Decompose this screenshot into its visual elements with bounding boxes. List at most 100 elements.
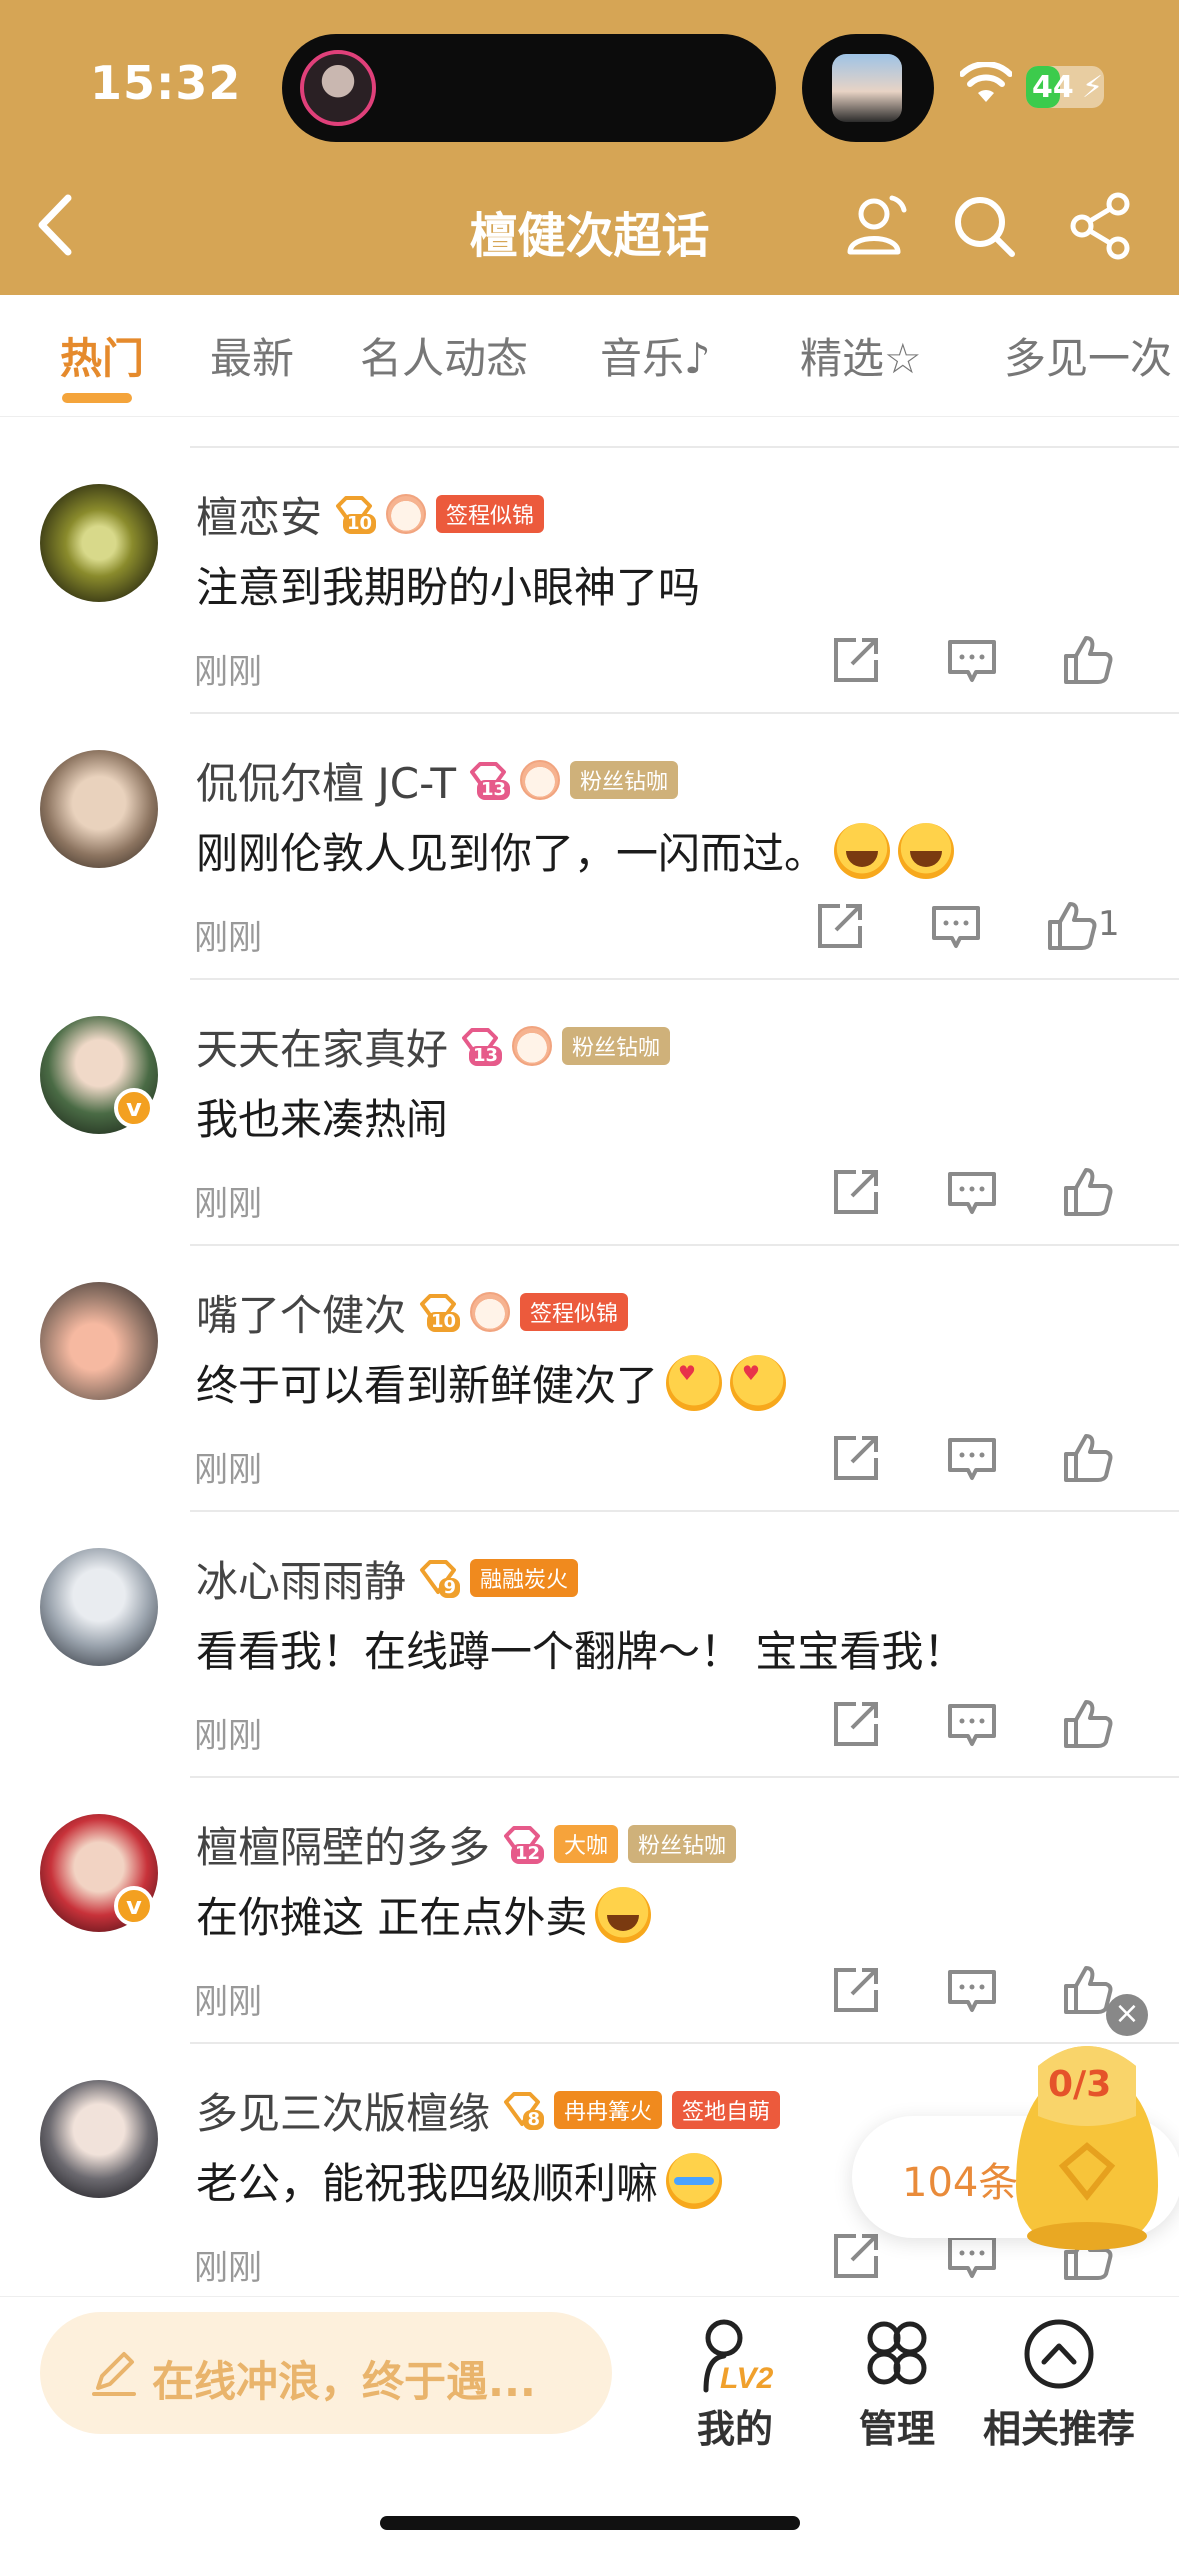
comment-text: 刚刚伦敦人见到你了，一闪而过。 [196,820,955,881]
username[interactable]: 冰心雨雨静 [196,1548,406,1609]
fan-badge: 大咖 [554,1825,619,1863]
tab-music[interactable]: 音乐♪ [600,325,711,386]
name-row: 檀恋安 10 签程似锦 [196,484,545,545]
like-icon[interactable] [1062,1432,1114,1484]
comment-text: 我也来凑热闹 [196,1086,448,1147]
avatar[interactable] [40,750,158,868]
username[interactable]: 檀檀隔壁的多多 [196,1814,490,1875]
level-number: 9 [439,1578,461,1598]
like-icon[interactable] [1046,900,1098,952]
username[interactable]: 多见三次版檀缘 [196,2080,490,2141]
repost-icon[interactable] [830,1432,882,1484]
name-row: 多见三次版檀缘 8 冉冉篝火 签地自萌 [196,2080,781,2141]
repost-icon[interactable] [830,1964,882,2016]
level-diamond-icon: 13 [466,760,511,800]
comment-text: 注意到我期盼的小眼神了吗 [196,554,700,615]
name-row: 檀檀隔壁的多多 12 大咖 粉丝钻咖 [196,1814,737,1875]
fan-badge: 签程似锦 [436,495,545,533]
username[interactable]: 侃侃尔檀 JC-T [196,750,456,811]
avatar[interactable] [40,1548,158,1666]
timestamp: 刚刚 [194,1450,262,1490]
comment-icon[interactable] [946,1964,998,2016]
nav-recommendations-label: 相关推荐 [982,2407,1135,2451]
repost-icon[interactable] [830,1698,882,1750]
comment-body: 在你摊这 正在点外卖 [196,1893,588,1942]
repost-icon[interactable] [830,634,882,686]
repost-icon[interactable] [814,900,866,952]
repost-icon[interactable] [830,2230,882,2282]
fan-badge: 冉冉篝火 [554,2091,663,2129]
like-icon[interactable] [1062,1166,1114,1218]
like-count: 1 [1098,904,1120,944]
money-bag-icon[interactable] [1008,2026,1166,2266]
cry-emoji-icon [666,2152,723,2209]
comment-icon[interactable] [946,1166,998,1218]
name-row: 嘴了个健次 10 签程似锦 [196,1282,629,1343]
comment-icon[interactable] [946,1698,998,1750]
mascot-icon [520,760,561,800]
compose-input[interactable]: 在线冲浪，终于遇... [40,2312,612,2434]
comment-text: 老公，能祝我四级顺利嘛 [196,2150,723,2211]
username[interactable]: 嘴了个健次 [196,1282,406,1343]
dynamic-island [282,34,776,142]
comment-text: 在你摊这 正在点外卖 [196,1884,652,1945]
manage-grid-icon [867,2321,927,2385]
tab-latest[interactable]: 最新 [210,325,294,386]
dynamic-island-secondary [802,34,934,142]
name-row: 天天在家真好 13 粉丝钻咖 [196,1016,671,1077]
heart-emoji-icon [730,1354,787,1411]
avatar[interactable] [40,2080,158,2198]
share-icon[interactable] [1066,190,1138,262]
reward-progress: 0/3 [1048,2064,1112,2105]
island-avatar [300,50,376,126]
comment-text: 看看我！在线蹲一个翻牌～！ 宝宝看我！ [196,1618,965,1679]
verified-badge-icon: v [114,1886,154,1926]
username[interactable]: 檀恋安 [196,484,322,545]
like-icon[interactable] [1062,1698,1114,1750]
search-icon[interactable] [948,190,1020,262]
music-note-icon: ♪ [684,334,711,383]
level-number: 8 [523,2110,545,2130]
comment-item: 冰心雨雨静 9 融融炭火 看看我！在线蹲一个翻牌～！ 宝宝看我！ 刚刚 [0,1512,1179,1778]
members-icon[interactable] [842,190,914,262]
fan-badge: 粉丝钻咖 [628,1825,737,1863]
mascot-icon [512,1026,553,1066]
comment-icon[interactable] [930,900,982,952]
avatar[interactable] [40,1282,158,1400]
wifi-icon [960,62,1012,102]
compose-placeholder: 在线冲浪，终于遇... [152,2357,536,2406]
nav-recommendations[interactable]: 相关推荐 [974,2316,1144,2456]
comment-body: 刚刚伦敦人见到你了，一闪而过。 [196,829,827,878]
nav-mine[interactable]: LV2 我的 [650,2316,820,2456]
level-number: 12 [510,1844,545,1864]
repost-icon[interactable] [830,1166,882,1218]
battery-level: 44 [1032,70,1074,105]
comment-item: 檀恋安 10 签程似锦注意到我期盼的小眼神了吗刚刚 [0,448,1179,714]
comment-icon[interactable] [946,634,998,686]
mascot-icon [386,494,427,534]
nav-manage-label: 管理 [858,2407,935,2451]
star-icon: ☆ [884,334,922,383]
like-icon[interactable] [1062,634,1114,686]
tab-celebrity-updates[interactable]: 名人动态 [360,325,528,386]
comment-item: v 檀檀隔壁的多多 12 大咖 粉丝钻咖 在你摊这 正在点外卖 刚刚 [0,1778,1179,2044]
nav-manage[interactable]: 管理 [812,2316,982,2456]
island-secondary-avatar [832,54,902,122]
comment-body: 看看我！在线蹲一个翻牌～！ 宝宝看我！ [196,1627,966,1676]
tab-hot[interactable]: 热门 [60,325,144,386]
home-indicator [380,2516,800,2530]
avatar[interactable] [40,484,158,602]
fan-badge: 融融炭火 [470,1559,579,1597]
status-time: 15:32 [90,56,242,110]
comment-body: 老公，能祝我四级顺利嘛 [196,2159,659,2208]
mascot-icon [470,1292,511,1332]
level-number: 13 [468,1046,503,1066]
active-tab-indicator [62,393,132,403]
tab-see-once-more[interactable]: 多见一次 [1004,325,1172,386]
timestamp: 刚刚 [194,652,262,692]
close-icon[interactable]: × [1106,1994,1148,2036]
username[interactable]: 天天在家真好 [196,1016,448,1077]
profile-level-icon: LV2 [703,2319,774,2395]
comment-icon[interactable] [946,1432,998,1484]
tab-featured[interactable]: 精选☆ [800,325,922,386]
